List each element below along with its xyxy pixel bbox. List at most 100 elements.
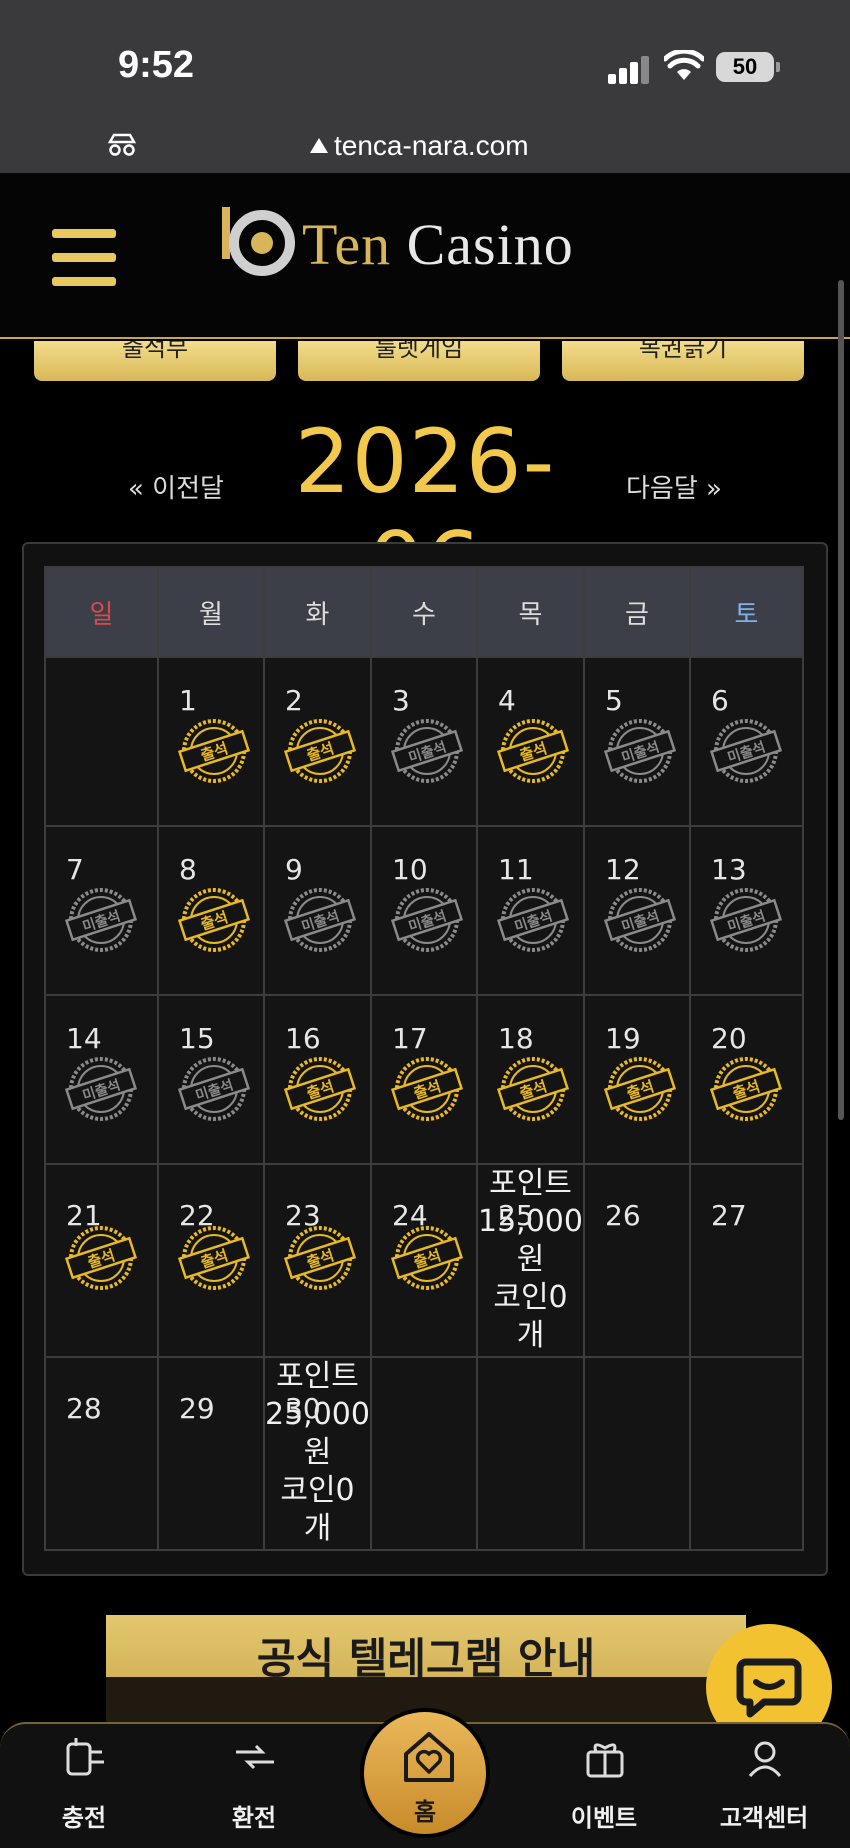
attended-stamp-icon: 출석 xyxy=(496,719,570,783)
reward-info-line: 포인트 xyxy=(489,1166,572,1201)
day-number: 17 xyxy=(392,1022,428,1055)
day-number: 28 xyxy=(66,1392,102,1425)
day-number: 4 xyxy=(498,684,516,717)
calendar-day-cell: 23 출석 xyxy=(263,1163,372,1358)
calendar-day-cell: 16 출석 xyxy=(263,994,372,1165)
reward-info-line: 원 xyxy=(303,1435,332,1470)
reward-info: 포인트 15,000 원 코인0 개 xyxy=(478,1165,583,1355)
home-heart-icon xyxy=(404,1732,454,1782)
attended-stamp-icon: 출석 xyxy=(64,1226,138,1290)
attended-stamp-icon: 출석 xyxy=(177,719,251,783)
attended-stamp-icon: 출석 xyxy=(283,719,357,783)
nav-charge[interactable]: 충전 xyxy=(24,1724,144,1848)
calendar-day-cell: 19 출석 xyxy=(583,994,691,1165)
url-text: tenca-nara.com xyxy=(334,130,529,161)
calendar-day-cell: 28 xyxy=(44,1356,159,1551)
day-number: 7 xyxy=(66,853,84,886)
attended-stamp-icon: 출석 xyxy=(603,1057,677,1121)
weekday-header: 수 xyxy=(370,566,478,658)
nav-event[interactable]: 이벤트 xyxy=(544,1724,664,1848)
calendar-day-cell: 22 출석 xyxy=(157,1163,265,1358)
calendar-empty-cell xyxy=(689,1356,804,1551)
day-number: 18 xyxy=(498,1022,534,1055)
absent-stamp-icon: 미출석 xyxy=(64,1057,138,1121)
calendar-day-cell: 9 미출석 xyxy=(263,825,372,996)
calendar-day-cell: 17 출석 xyxy=(370,994,478,1165)
page-scrollbar[interactable] xyxy=(838,280,844,1120)
day-number: 13 xyxy=(711,853,747,886)
nav-exchange-label: 환전 xyxy=(231,1804,277,1832)
absent-stamp-icon: 미출석 xyxy=(603,719,677,783)
day-number: 30 xyxy=(285,1392,321,1425)
calendar-week: 21 출석 22 출석 23 출석 24 출석 포인트 15,000 원 코인0 개 25 26 27 xyxy=(44,1163,804,1358)
weekday-header: 금 xyxy=(583,566,691,658)
day-number: 16 xyxy=(285,1022,321,1055)
tab-attendance[interactable]: 출석부 xyxy=(34,341,276,381)
day-number: 29 xyxy=(179,1392,215,1425)
calendar-week: 1 출석 2 출석 3 미출석 4 출석 5 미출석 6 미출석 xyxy=(44,656,804,827)
absent-stamp-icon: 미출석 xyxy=(390,719,464,783)
menu-icon[interactable] xyxy=(52,229,116,287)
site-header: Ten Casino xyxy=(0,173,850,339)
attended-stamp-icon: 출석 xyxy=(709,1057,783,1121)
calendar-day-cell: 29 xyxy=(157,1356,265,1551)
tab-roulette[interactable]: 룰렛게임 xyxy=(298,341,540,381)
day-number: 25 xyxy=(498,1199,534,1232)
day-number: 12 xyxy=(605,853,641,886)
logo-text: Ten Casino xyxy=(302,212,574,277)
absent-stamp-icon: 미출석 xyxy=(496,888,570,952)
absent-stamp-icon: 미출석 xyxy=(177,1057,251,1121)
calendar-empty-cell xyxy=(476,1356,585,1551)
day-number: 15 xyxy=(179,1022,215,1055)
next-month-link[interactable]: 다음달 » xyxy=(626,468,722,505)
weekday-header: 토 xyxy=(689,566,804,658)
nav-event-label: 이벤트 xyxy=(570,1804,638,1832)
support-icon xyxy=(748,1741,782,1777)
calendar-week: 14 미출석 15 미출석 16 출석 17 출석 18 출석 19 출석 20 출석 xyxy=(44,994,804,1165)
day-number: 14 xyxy=(66,1022,102,1055)
attended-stamp-icon: 출석 xyxy=(496,1057,570,1121)
logo-emblem-icon xyxy=(222,207,295,276)
logo[interactable]: Ten Casino xyxy=(218,201,638,281)
day-number: 3 xyxy=(392,684,410,717)
gift-icon xyxy=(586,1743,624,1778)
reward-info: 포인트 25,000 원 코인0 개 xyxy=(265,1358,370,1548)
calendar-week: 28 29 포인트 25,000 원 코인0 개 30 xyxy=(44,1356,804,1551)
nav-charge-label: 충전 xyxy=(61,1804,107,1832)
calendar-day-cell: 8 출석 xyxy=(157,825,265,996)
nav-support[interactable]: 고객센터 xyxy=(704,1724,824,1848)
chat-icon xyxy=(736,1658,802,1718)
wifi-icon xyxy=(664,50,704,80)
url-bar[interactable]: tenca-nara.com xyxy=(310,130,529,162)
browser-chrome: 9:52 50 tenca-nara.com xyxy=(0,0,850,173)
prev-month-link[interactable]: « 이전달 xyxy=(128,468,224,505)
absent-stamp-icon: 미출석 xyxy=(709,888,783,952)
calendar-day-cell: 포인트 15,000 원 코인0 개 25 xyxy=(476,1163,585,1358)
calendar-day-cell: 20 출석 xyxy=(689,994,804,1165)
tab-lottery[interactable]: 복권긁기 xyxy=(562,341,804,381)
calendar-week: 7 미출석 8 출석 9 미출석 10 미출석 11 미출석 12 미출석 13 미출석 xyxy=(44,825,804,996)
calendar-day-cell: 13 미출석 xyxy=(689,825,804,996)
day-number: 27 xyxy=(711,1199,747,1232)
weekday-header: 월 xyxy=(157,566,265,658)
exchange-icon xyxy=(236,1744,274,1770)
battery-icon: 50 xyxy=(716,52,780,82)
reward-info-line: 포인트 xyxy=(276,1359,359,1394)
reward-info-line: 코인0 xyxy=(280,1473,355,1508)
day-number: 8 xyxy=(179,853,197,886)
nav-exchange[interactable]: 환전 xyxy=(194,1724,314,1848)
weekday-header: 화 xyxy=(263,566,372,658)
absent-stamp-icon: 미출석 xyxy=(709,719,783,783)
calendar-empty-cell xyxy=(44,656,159,827)
reward-info-line: 원 xyxy=(516,1242,545,1277)
absent-stamp-icon: 미출석 xyxy=(390,888,464,952)
day-number: 19 xyxy=(605,1022,641,1055)
attended-stamp-icon: 출석 xyxy=(177,888,251,952)
month-navigation: « 이전달 2026-06 다음달 » xyxy=(0,410,850,616)
calendar-day-cell: 포인트 25,000 원 코인0 개 30 xyxy=(263,1356,372,1551)
calendar-empty-cell xyxy=(370,1356,478,1551)
nav-home-label: 홈 xyxy=(413,1798,437,1826)
absent-stamp-icon: 미출석 xyxy=(64,888,138,952)
charge-icon xyxy=(66,1738,104,1776)
nav-home[interactable]: 홈 xyxy=(360,1708,490,1838)
